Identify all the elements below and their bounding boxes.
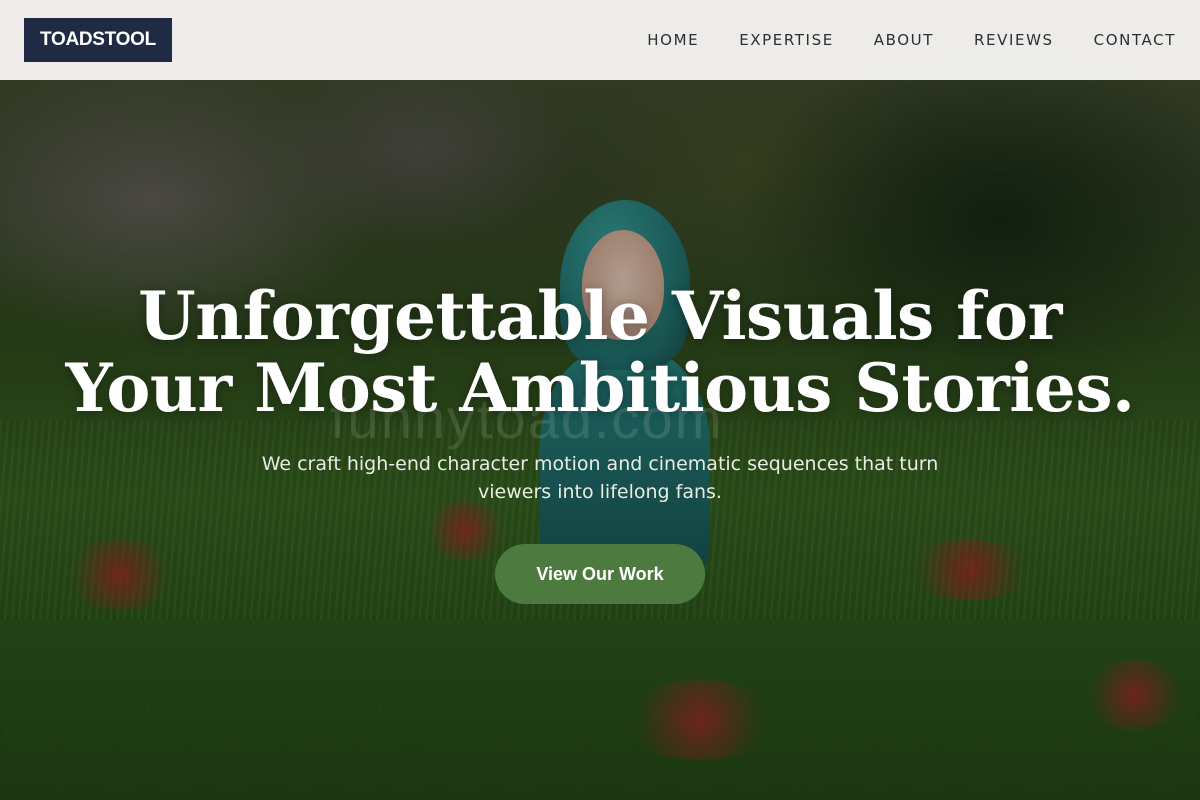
hero-subtext: We craft high-end character motion and c… xyxy=(261,453,939,503)
hero-headline-line-2: Your Most Ambitious Stories. xyxy=(65,349,1135,427)
site-header: TOADSTOOL HOME EXPERTISE ABOUT REVIEWS C… xyxy=(0,0,1200,80)
hero-headline-line-1: Unforgettable Visuals for xyxy=(138,277,1062,355)
nav-item-reviews[interactable]: REVIEWS xyxy=(974,31,1054,49)
hero-content: Unforgettable Visuals for Your Most Ambi… xyxy=(0,280,1200,604)
nav-item-home[interactable]: HOME xyxy=(647,31,699,49)
main-nav: HOME EXPERTISE ABOUT REVIEWS CONTACT xyxy=(647,31,1176,49)
brand-logo[interactable]: TOADSTOOL xyxy=(24,18,172,62)
hero-headline: Unforgettable Visuals for Your Most Ambi… xyxy=(0,280,1200,424)
view-our-work-button[interactable]: View Our Work xyxy=(495,544,705,604)
nav-item-about[interactable]: ABOUT xyxy=(874,31,934,49)
nav-item-contact[interactable]: CONTACT xyxy=(1094,31,1176,49)
nav-item-expertise[interactable]: EXPERTISE xyxy=(739,31,834,49)
